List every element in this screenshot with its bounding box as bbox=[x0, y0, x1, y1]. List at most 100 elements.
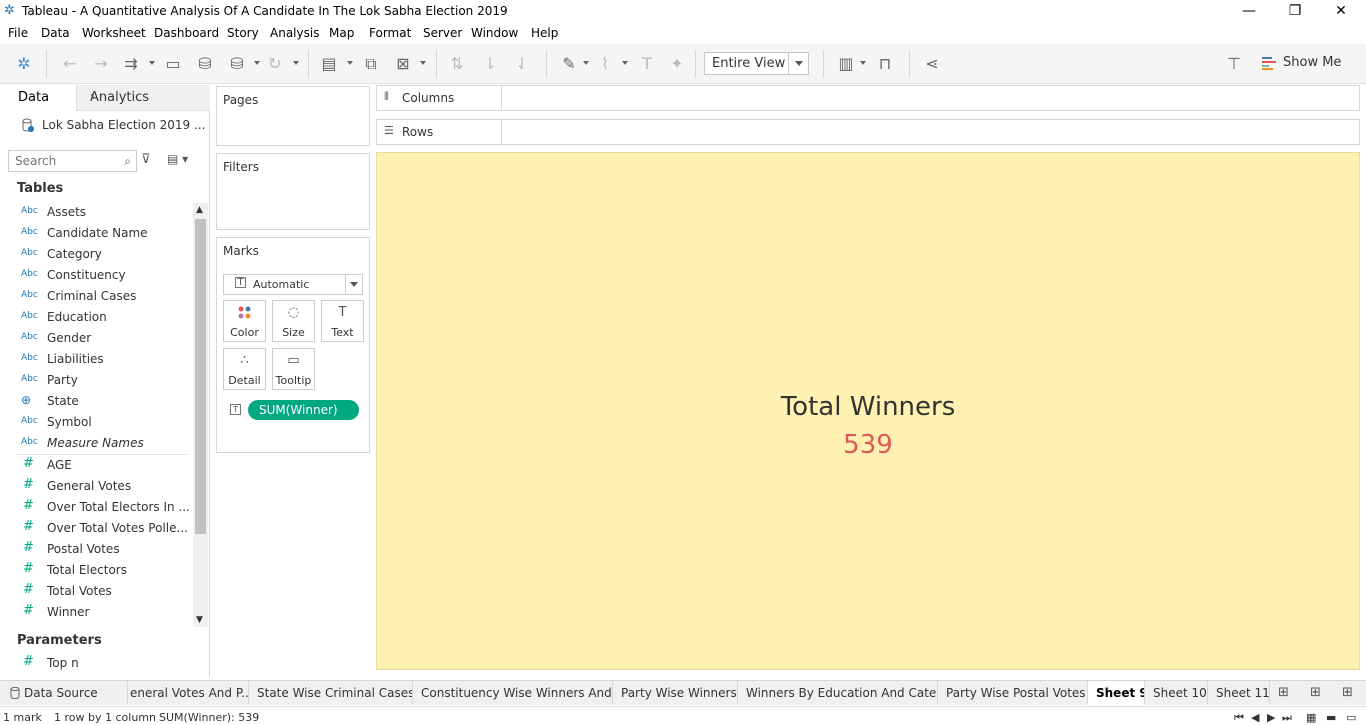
text-button[interactable]: T Text bbox=[321, 300, 364, 342]
new-datasource-icon[interactable]: ⛁ bbox=[195, 54, 215, 74]
mark-type-dropdown[interactable]: T Automatic bbox=[223, 274, 363, 295]
next-sheet-icon[interactable]: ▶ bbox=[1267, 711, 1275, 724]
field-measure[interactable]: # AGE bbox=[0, 455, 190, 476]
replay-icon[interactable]: ⇉ bbox=[121, 54, 141, 74]
share-icon[interactable]: ⋖ bbox=[922, 54, 942, 74]
field-dimension[interactable]: Abc Gender bbox=[0, 328, 190, 349]
menu-data[interactable]: Data bbox=[41, 26, 70, 40]
size-button[interactable]: ◌ Size bbox=[272, 300, 315, 342]
tab-sheet[interactable]: Party Wise Winners bbox=[613, 681, 738, 705]
pause-dropdown-icon[interactable] bbox=[254, 61, 260, 65]
last-sheet-icon[interactable]: ⏭ bbox=[1282, 711, 1292, 725]
columns-shelf[interactable]: ⦀ Columns bbox=[376, 85, 1360, 111]
new-dashboard-icon[interactable]: ⊞ bbox=[1310, 685, 1321, 700]
tab-sheet-active[interactable]: Sheet 9 bbox=[1088, 681, 1145, 705]
clear-sheet-icon[interactable]: ⊠ bbox=[393, 54, 413, 74]
field-dimension[interactable]: Abc Criminal Cases bbox=[0, 286, 190, 307]
menu-format[interactable]: Format bbox=[369, 26, 411, 40]
menu-story[interactable]: Story bbox=[227, 26, 259, 40]
fix-axes-icon[interactable]: ✦ bbox=[667, 54, 687, 74]
scroll-up-icon[interactable]: ▲ bbox=[196, 205, 203, 215]
redo-icon[interactable]: → bbox=[91, 54, 111, 74]
scroll-thumb[interactable] bbox=[195, 219, 206, 534]
field-measure[interactable]: # Winner bbox=[0, 602, 190, 623]
sum-winner-pill[interactable]: SUM(Winner) bbox=[248, 400, 359, 420]
detail-button[interactable]: ∴ Detail bbox=[223, 348, 266, 390]
menu-analysis[interactable]: Analysis bbox=[270, 26, 319, 40]
field-dimension[interactable]: Abc Education bbox=[0, 307, 190, 328]
tab-data[interactable]: Data bbox=[0, 85, 76, 111]
show-cards-dropdown-icon[interactable] bbox=[860, 61, 866, 65]
show-me-icon[interactable] bbox=[1262, 56, 1276, 70]
undo-icon[interactable]: ← bbox=[60, 54, 80, 74]
show-mark-labels-icon[interactable]: T bbox=[637, 54, 657, 74]
tab-analytics[interactable]: Analytics ‹ bbox=[76, 85, 210, 111]
sort-ascending-icon[interactable]: ⇂ bbox=[480, 54, 500, 74]
show-me-button[interactable]: Show Me bbox=[1283, 55, 1341, 70]
first-sheet-icon[interactable]: ⏮ bbox=[1234, 711, 1244, 725]
filters-card[interactable]: Filters bbox=[216, 153, 370, 230]
minimize-button[interactable]: — bbox=[1226, 2, 1272, 22]
viz-value-text[interactable]: 539 bbox=[377, 430, 1359, 460]
duplicate-sheet-icon[interactable]: ⧉ bbox=[361, 54, 381, 74]
tab-sheet[interactable]: Sheet 11 bbox=[1208, 681, 1270, 705]
tableau-home-icon[interactable]: ✲ bbox=[14, 54, 34, 74]
color-button[interactable]: Color bbox=[223, 300, 266, 342]
highlight-icon[interactable]: ✎ bbox=[559, 54, 579, 74]
pages-card[interactable]: Pages bbox=[216, 86, 370, 146]
tab-sheet[interactable]: Party Wise Postal Votes bbox=[938, 681, 1088, 705]
tab-sheet[interactable]: Constituency Wise Winners And ... bbox=[413, 681, 613, 705]
fit-dropdown[interactable]: Entire View bbox=[704, 52, 809, 75]
swap-rows-columns-icon[interactable]: ⇅ bbox=[447, 54, 467, 74]
group-members-icon[interactable]: ⌇ bbox=[595, 54, 615, 74]
menu-file[interactable]: File bbox=[8, 26, 28, 40]
collapse-pane-icon[interactable]: ‹ bbox=[90, 88, 202, 103]
menu-help[interactable]: Help bbox=[531, 26, 558, 40]
filter-icon[interactable]: ⊽ bbox=[141, 152, 151, 167]
field-measure[interactable]: # Total Electors bbox=[0, 560, 190, 581]
presentation-mode-icon[interactable]: ⊓ bbox=[875, 54, 895, 74]
replay-dropdown-icon[interactable] bbox=[149, 61, 155, 65]
format-painter-icon[interactable]: ⊤ bbox=[1224, 54, 1244, 74]
scroll-down-icon[interactable]: ▼ bbox=[196, 615, 203, 625]
field-measure[interactable]: # Over Total Votes Polle... bbox=[0, 518, 190, 539]
tab-sheet[interactable]: Winners By Education And Cate... bbox=[738, 681, 938, 705]
view-options-icon[interactable]: ▤ ▾ bbox=[167, 152, 188, 166]
field-dimension[interactable]: Abc Category bbox=[0, 244, 190, 265]
refresh-icon[interactable]: ↻ bbox=[265, 54, 285, 74]
field-dimension[interactable]: Abc Measure Names bbox=[0, 433, 190, 454]
pause-updates-icon[interactable]: ⛁ bbox=[227, 54, 247, 74]
filmstrip-view-icon[interactable]: ▦ bbox=[1306, 711, 1316, 724]
new-worksheet-icon[interactable]: ⊞ bbox=[1278, 685, 1289, 700]
menu-server[interactable]: Server bbox=[423, 26, 462, 40]
new-worksheet-dropdown-icon[interactable] bbox=[347, 61, 353, 65]
search-field[interactable]: ⌕ bbox=[8, 150, 137, 172]
field-measure[interactable]: # Total Votes bbox=[0, 581, 190, 602]
tab-sheet[interactable]: Sheet 10 bbox=[1145, 681, 1208, 705]
field-measure[interactable]: # General Votes bbox=[0, 476, 190, 497]
tab-sheet[interactable]: eneral Votes And P... bbox=[128, 681, 249, 705]
datasource-name[interactable]: Lok Sabha Election 2019 ... bbox=[42, 118, 205, 132]
chevron-down-icon[interactable] bbox=[345, 275, 362, 294]
highlight-dropdown-icon[interactable] bbox=[583, 61, 589, 65]
field-dimension[interactable]: Abc Party bbox=[0, 370, 190, 391]
field-dimension[interactable]: Abc Liabilities bbox=[0, 349, 190, 370]
show-cards-icon[interactable]: ▥ bbox=[836, 54, 856, 74]
prev-sheet-icon[interactable]: ◀ bbox=[1251, 711, 1259, 724]
rows-shelf[interactable]: ☰ Rows bbox=[376, 119, 1360, 145]
chevron-down-icon[interactable] bbox=[788, 53, 808, 74]
field-dimension[interactable]: Abc Constituency bbox=[0, 265, 190, 286]
clear-dropdown-icon[interactable] bbox=[420, 61, 426, 65]
menu-map[interactable]: Map bbox=[329, 26, 354, 40]
fields-scrollbar[interactable]: ▲ ▼ bbox=[193, 203, 208, 627]
field-measure[interactable]: # Over Total Electors In ... bbox=[0, 497, 190, 518]
close-button[interactable]: ✕ bbox=[1318, 2, 1364, 22]
menu-worksheet[interactable]: Worksheet bbox=[82, 26, 146, 40]
field-dimension[interactable]: Abc Assets bbox=[0, 202, 190, 223]
save-icon[interactable]: ▭ bbox=[163, 54, 183, 74]
field-dimension[interactable]: ⊕ State bbox=[0, 391, 190, 412]
search-input[interactable] bbox=[15, 154, 115, 168]
field-measure[interactable]: # Postal Votes bbox=[0, 539, 190, 560]
restore-button[interactable]: ❐ bbox=[1272, 2, 1318, 22]
tab-sheet[interactable]: State Wise Criminal Cases bbox=[249, 681, 413, 705]
